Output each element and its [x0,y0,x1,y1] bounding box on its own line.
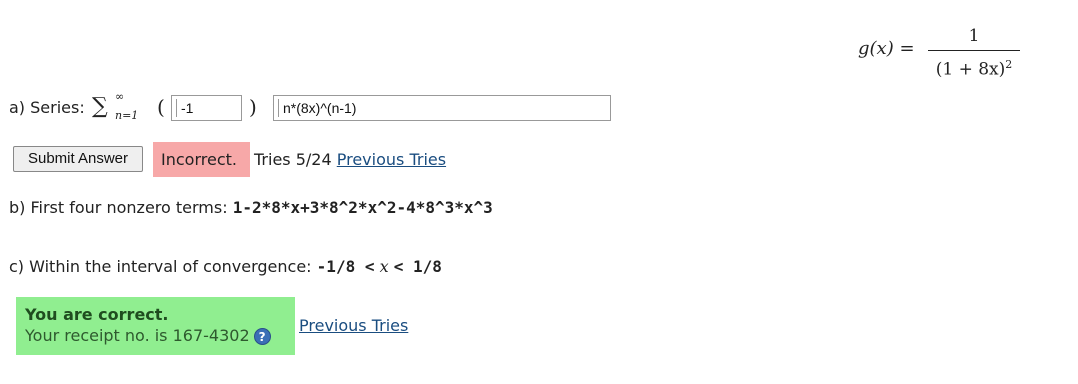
series-term-input[interactable]: n*(8x)^(n-1) [273,95,611,121]
sigma-symbol: ∑ [92,94,108,119]
incorrect-badge: Incorrect. [153,142,250,177]
series-coefficient-input[interactable]: -1 [171,95,242,121]
previous-tries-link[interactable]: Previous Tries [337,150,446,169]
formula-denominator-exponent: 2 [1005,58,1013,71]
tries-status: Tries 5/24 Previous Tries [254,150,446,169]
part-a-row: a) Series: ∑ ∞ n=1 ( -1 ) n n*(8x)^(n-1) [9,90,629,124]
correct-message: You are correct. [25,305,169,324]
receipt-line: Your receipt no. is 167-4302? [25,325,295,347]
fraction-bar [928,50,1020,51]
formula-lhs: g(x) = [858,38,915,59]
function-formula: g(x) = 1 (1 + 8x)2 [858,24,1028,84]
part-a-label: a) Series: [9,98,85,117]
series-term-value: n*(8x)^(n-1) [278,99,606,117]
part-c-answer-right: < 1/8 [393,257,442,276]
part-b-row: b) First four nonzero terms: 1-2*8*x+3*8… [9,198,493,217]
help-icon[interactable]: ? [253,328,271,345]
receipt-text: Your receipt no. is 167-4302 [25,326,250,345]
formula-fraction: 1 (1 + 8x)2 [928,24,1020,81]
formula-numerator: 1 [968,26,980,46]
part-c-label: c) Within the interval of convergence: [9,257,312,276]
open-paren: ( [157,95,165,119]
tries-count: Tries 5/24 [254,150,332,169]
part-c-variable: x [379,257,389,276]
submit-answer-button[interactable]: Submit Answer [13,146,143,172]
part-c-row: c) Within the interval of convergence: -… [9,257,442,276]
correct-result-box: You are correct. Your receipt no. is 167… [16,297,295,355]
part-b-label: b) First four nonzero terms: [9,198,228,217]
sigma-upper-limit: ∞ [115,90,125,103]
part-b-answer: 1-2*8*x+3*8^2*x^2-4*8^3*x^3 [232,198,493,217]
close-paren: ) [249,95,257,119]
formula-denominator-main: (1 + 8x) [935,59,1006,80]
formula-denominator: (1 + 8x)2 [928,54,1020,81]
part-c-answer-left: -1/8 < [316,257,375,276]
sigma-lower-limit: n=1 [115,109,139,122]
series-coefficient-value: -1 [176,99,237,117]
previous-tries-link-2[interactable]: Previous Tries [299,316,408,335]
